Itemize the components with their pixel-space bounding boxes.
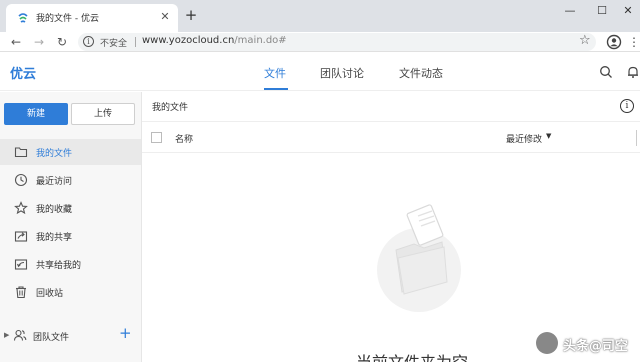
tab-close-icon[interactable]: ✕: [158, 10, 172, 24]
nav-file-activity[interactable]: 文件动态: [399, 65, 443, 81]
sidebar-item-label: 我的文件: [36, 149, 73, 159]
add-team-button[interactable]: +: [119, 324, 132, 342]
sidebar-item-shared-with-me[interactable]: 共享给我的: [0, 251, 141, 277]
browser-toolbar: ← → ↻ i 不安全 www.yozocloud.cn/main.do# ☆ …: [0, 32, 640, 52]
reload-button[interactable]: ↻: [54, 34, 70, 50]
empty-state-text: 当前文件夹为空: [356, 349, 468, 362]
yozo-cloud-favicon-icon: [18, 13, 28, 23]
trash-icon: [16, 286, 26, 299]
bookmark-star-icon[interactable]: ☆: [579, 33, 591, 48]
new-tab-button[interactable]: +: [183, 8, 199, 24]
notification-bell-icon[interactable]: [626, 65, 640, 79]
forward-button[interactable]: →: [31, 34, 47, 50]
security-label[interactable]: 不安全: [100, 36, 127, 49]
team-icon: [13, 329, 27, 341]
sidebar-item-label: 我的共享: [36, 233, 73, 243]
watermark: 头条@司空: [536, 330, 640, 358]
breadcrumb[interactable]: 我的文件: [152, 100, 188, 113]
site-info-icon[interactable]: i: [83, 36, 94, 47]
minimize-button[interactable]: —: [558, 2, 582, 20]
team-files-label[interactable]: 团队文件: [33, 330, 69, 343]
nav-team-discussion[interactable]: 团队讨论: [320, 65, 364, 81]
main-content: 我的文件 i 名称 最近修改 ▼ 当前文件夹为空: [142, 92, 640, 362]
tab-title: 我的文件 - 优云: [36, 14, 99, 24]
share-icon: [14, 231, 28, 242]
sidebar-item-recycle-bin[interactable]: 回收站: [0, 279, 141, 305]
address-bar[interactable]: i 不安全 www.yozocloud.cn/main.do# ☆: [78, 33, 596, 51]
watermark-logo-icon: [536, 332, 558, 354]
url-host: www.yozocloud.cn: [142, 35, 235, 46]
sidebar-item-my-shares[interactable]: 我的共享: [0, 223, 141, 249]
maximize-button[interactable]: ☐: [590, 2, 614, 20]
url-text[interactable]: www.yozocloud.cn/main.do#: [142, 35, 287, 46]
info-icon[interactable]: i: [620, 99, 634, 113]
sidebar-item-recent[interactable]: 最近访问: [0, 167, 141, 193]
sidebar-item-label: 共享给我的: [36, 261, 82, 271]
search-icon[interactable]: [599, 65, 613, 79]
new-button[interactable]: 新建: [4, 103, 68, 125]
folder-icon: [14, 147, 28, 158]
expand-arrow-icon[interactable]: ▶: [4, 331, 9, 339]
sidebar: 新建 上传 我的文件 最近访问 我的收藏 我的共享 共享给我的 回收站 ▶ 团队…: [0, 92, 142, 362]
nav-files[interactable]: 文件: [264, 65, 286, 81]
back-button[interactable]: ←: [8, 34, 24, 50]
file-table-header: 名称 最近修改 ▼: [142, 121, 640, 153]
profile-icon[interactable]: [606, 34, 622, 50]
shared-with-me-icon: [14, 259, 28, 270]
column-name[interactable]: 名称: [175, 132, 193, 145]
sidebar-item-label: 回收站: [36, 289, 64, 299]
watermark-text: 头条@司空: [563, 339, 629, 354]
sidebar-item-my-files[interactable]: 我的文件: [0, 139, 141, 165]
sidebar-item-label: 我的收藏: [36, 205, 73, 215]
star-icon: [14, 201, 28, 215]
clock-icon: [14, 173, 28, 187]
window-close-button[interactable]: ✕: [616, 2, 640, 20]
sidebar-item-label: 最近访问: [36, 177, 73, 187]
select-all-checkbox[interactable]: [151, 132, 162, 143]
browser-tabstrip: 我的文件 - 优云 ✕ + — ☐ ✕: [0, 0, 640, 32]
sidebar-item-favorites[interactable]: 我的收藏: [0, 195, 141, 221]
upload-button[interactable]: 上传: [71, 103, 135, 125]
browser-tab[interactable]: 我的文件 - 优云 ✕: [6, 4, 178, 32]
empty-folder-illustration-icon: [377, 204, 461, 312]
sort-down-icon[interactable]: ▼: [546, 132, 551, 140]
column-divider: [636, 130, 637, 146]
column-modified[interactable]: 最近修改: [506, 132, 542, 145]
app-logo[interactable]: 优云: [10, 63, 36, 82]
menu-icon[interactable]: ⋮: [626, 34, 640, 50]
active-nav-indicator: [264, 88, 288, 90]
address-separator: [135, 37, 136, 47]
app-header: 优云 文件 团队讨论 文件动态: [0, 53, 640, 91]
url-path: /main.do#: [234, 35, 287, 46]
